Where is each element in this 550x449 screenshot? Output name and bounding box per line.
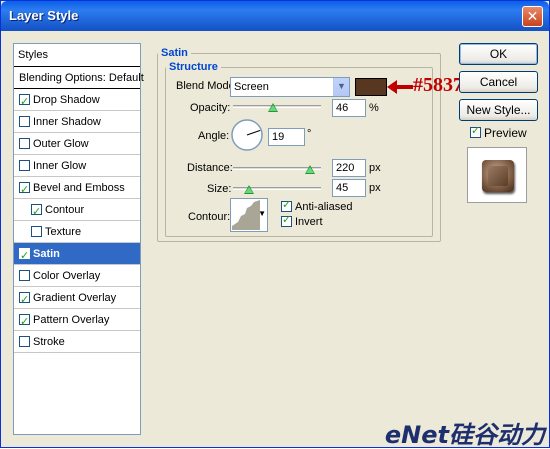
style-preview-thumbnail [467, 147, 527, 203]
style-item[interactable]: Inner Glow [14, 155, 140, 177]
style-item-label: Drop Shadow [33, 94, 100, 106]
style-item-checkbox[interactable] [19, 91, 30, 113]
contour-label: Contour: [188, 211, 231, 223]
distance-label: Distance: [187, 162, 233, 174]
style-item[interactable]: Blending Options: Default [14, 67, 144, 89]
distance-slider-thumb[interactable] [305, 165, 316, 174]
preview-checkbox-box[interactable] [470, 124, 481, 139]
satin-section-title: Satin [161, 47, 188, 59]
style-item[interactable]: Stroke [14, 331, 140, 353]
size-input[interactable]: 45 [332, 179, 366, 197]
style-item-label: Color Overlay [33, 270, 101, 282]
style-item[interactable]: Texture [14, 221, 140, 243]
blend-mode-label: Blend Mode: [176, 80, 238, 92]
style-item-label: Inner Shadow [33, 116, 101, 128]
close-icon: ✕ [526, 8, 539, 24]
style-item[interactable]: Pattern Overlay [14, 309, 140, 333]
blend-mode-select[interactable]: Screen ▼ [230, 77, 350, 97]
opacity-label: Opacity: [190, 102, 231, 114]
cancel-button[interactable]: Cancel [459, 71, 538, 93]
distance-input[interactable]: 220 [332, 159, 366, 177]
style-item-label: Pattern Overlay [33, 314, 110, 326]
anti-aliased-checkbox[interactable]: Anti-aliased [281, 198, 353, 213]
style-item-label: Outer Glow [33, 138, 89, 150]
preview-swatch-icon [482, 160, 514, 192]
contour-curve-icon [232, 200, 260, 230]
preview-label: Preview [484, 126, 527, 140]
style-item[interactable]: Bevel and Emboss [14, 177, 140, 201]
style-item[interactable]: Gradient Overlay [14, 287, 140, 311]
style-item[interactable]: Drop Shadow [14, 89, 140, 113]
preview-inner-icon [488, 166, 508, 186]
style-item-checkbox[interactable] [19, 115, 30, 127]
angle-label: Angle: [198, 130, 230, 142]
style-item[interactable]: Contour [14, 199, 140, 223]
invert-checkbox[interactable]: Invert [281, 213, 323, 228]
angle-unit: ° [307, 128, 312, 140]
style-item-label: Bevel and Emboss [33, 182, 125, 194]
angle-dial-icon[interactable] [230, 118, 264, 152]
style-item-label: Satin [33, 248, 60, 260]
style-item-checkbox[interactable] [19, 269, 30, 281]
style-item[interactable]: Satin [14, 243, 140, 267]
style-item-label: Inner Glow [33, 160, 87, 172]
style-item[interactable]: Outer Glow [14, 133, 140, 155]
opacity-unit: % [369, 102, 379, 114]
style-item[interactable]: Inner Shadow [14, 111, 140, 133]
contour-picker[interactable]: ▼ [230, 198, 268, 232]
anti-aliased-checkbox-box[interactable] [281, 198, 292, 212]
style-item-checkbox[interactable] [31, 225, 42, 237]
style-item-label: Blending Options: Default [19, 72, 144, 84]
style-item-label: Gradient Overlay [33, 292, 117, 304]
structure-title: Structure [169, 61, 218, 73]
enet-watermark: eNet硅谷动力 [384, 421, 545, 449]
close-button[interactable]: ✕ [522, 6, 543, 27]
styles-list: Styles Blending Options: Default Drop Sha… [13, 43, 144, 435]
invert-checkbox-box[interactable] [281, 213, 292, 227]
style-item-label: Contour [45, 204, 85, 216]
contour-dropdown-icon: ▼ [258, 209, 266, 218]
size-slider-thumb[interactable] [243, 185, 254, 194]
style-item[interactable]: Color Overlay [14, 265, 140, 287]
style-item-checkbox[interactable] [19, 137, 30, 149]
style-item-label: Texture [45, 226, 82, 238]
opacity-slider-thumb[interactable] [268, 103, 279, 112]
ok-button[interactable]: OK [459, 43, 538, 65]
layer-style-dialog: Layer Style ✕ Styles Blending Options: D… [0, 0, 550, 448]
new-style-button[interactable]: New Style... [459, 99, 538, 121]
distance-unit: px [369, 162, 381, 174]
angle-input[interactable]: 19 [268, 128, 305, 146]
preview-checkbox[interactable]: Preview [470, 124, 527, 140]
style-item-checkbox[interactable] [19, 245, 30, 267]
size-label: Size: [207, 183, 232, 195]
style-item-checkbox[interactable] [19, 179, 30, 201]
style-item-checkbox[interactable] [31, 201, 42, 223]
chevron-down-icon: ▼ [333, 78, 349, 96]
styles-header: Styles [14, 44, 140, 67]
blend-mode-value: Screen [234, 81, 269, 93]
window-title: Layer Style [9, 8, 79, 23]
invert-label: Invert [295, 216, 323, 228]
size-unit: px [369, 182, 381, 194]
style-item-checkbox[interactable] [19, 311, 30, 333]
style-item-checkbox[interactable] [19, 335, 30, 347]
opacity-input[interactable]: 46 [332, 99, 366, 117]
style-item-checkbox[interactable] [19, 159, 30, 171]
title-bar[interactable]: Layer Style ✕ [1, 1, 549, 31]
satin-color-swatch[interactable] [355, 78, 387, 96]
anti-aliased-label: Anti-aliased [295, 201, 353, 213]
style-item-checkbox[interactable] [19, 289, 30, 311]
style-item-label: Stroke [33, 336, 65, 348]
